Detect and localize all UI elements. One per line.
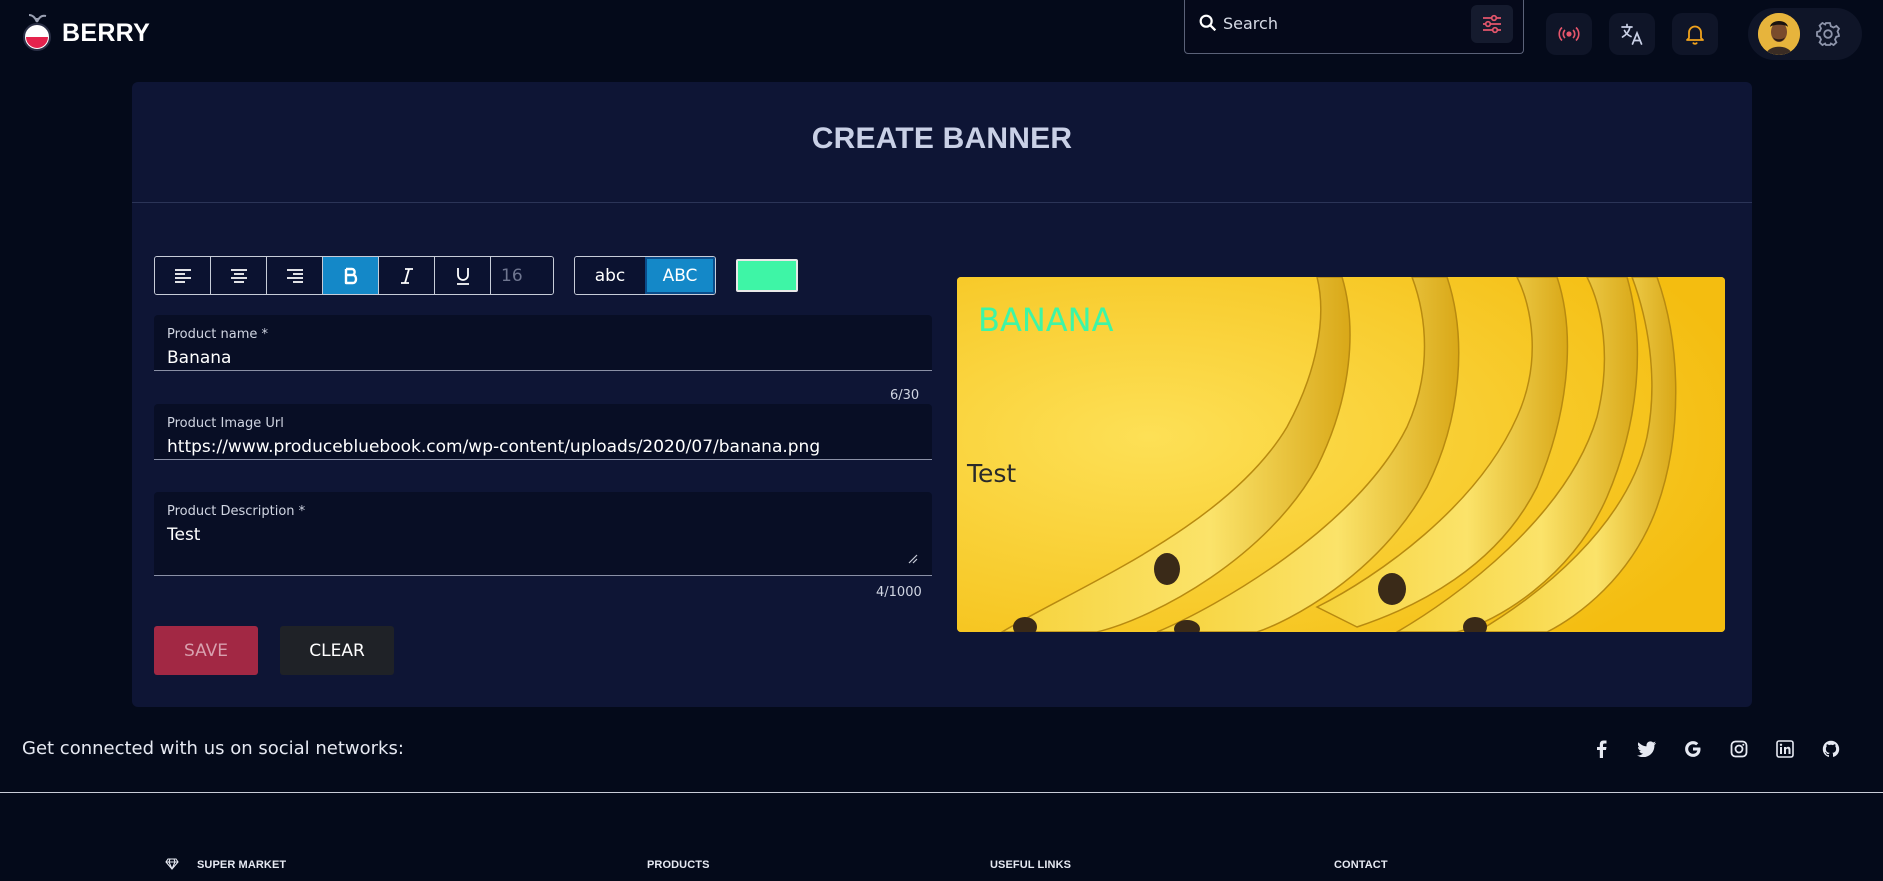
text-case-group: abc ABC bbox=[574, 256, 716, 295]
search-input[interactable] bbox=[1223, 10, 1443, 36]
footer-col-useful-links: USEFUL LINKS bbox=[990, 859, 1072, 871]
search-filter-button[interactable] bbox=[1471, 5, 1513, 43]
align-center-icon bbox=[230, 268, 247, 283]
search-box[interactable] bbox=[1184, 0, 1524, 54]
brand-logo[interactable]: BERRY bbox=[20, 12, 150, 54]
bold-button[interactable] bbox=[323, 257, 379, 294]
underline-button[interactable] bbox=[435, 257, 491, 294]
brand-name: BERRY bbox=[62, 18, 151, 47]
align-left-icon bbox=[174, 268, 191, 283]
resize-handle-icon[interactable] bbox=[908, 554, 918, 564]
lowercase-button[interactable]: abc bbox=[575, 257, 645, 294]
card-divider bbox=[132, 202, 1752, 203]
notifications-button[interactable] bbox=[1672, 13, 1718, 55]
github-icon[interactable] bbox=[1808, 736, 1854, 762]
banner-description: Test bbox=[967, 459, 1017, 488]
align-right-button[interactable] bbox=[267, 257, 323, 294]
sliders-icon bbox=[1483, 14, 1501, 34]
social-networks-text: Get connected with us on social networks… bbox=[22, 738, 404, 759]
product-image-url-input[interactable]: https://www.producebluebook.com/wp-conte… bbox=[167, 437, 820, 457]
banner-title: BANANA bbox=[978, 301, 1114, 339]
product-image-url-label: Product Image Url bbox=[167, 416, 284, 431]
page-title: CREATE BANNER bbox=[811, 122, 1073, 155]
search-icon bbox=[1199, 14, 1217, 32]
align-left-button[interactable] bbox=[155, 257, 211, 294]
avatar-person-icon bbox=[1758, 13, 1800, 55]
product-description-field[interactable]: Product Description * Test bbox=[154, 492, 932, 576]
google-icon[interactable] bbox=[1670, 736, 1716, 762]
product-image-url-field[interactable]: Product Image Url https://www.produceblu… bbox=[154, 404, 932, 460]
top-header: BERRY bbox=[0, 0, 1883, 72]
broadcast-icon bbox=[1558, 26, 1580, 42]
align-right-icon bbox=[286, 268, 303, 283]
product-name-counter: 6/30 bbox=[890, 388, 920, 403]
font-size-input[interactable]: 16 bbox=[491, 257, 553, 294]
underline-icon bbox=[456, 267, 469, 285]
settings-gear-icon[interactable] bbox=[1814, 20, 1842, 48]
gem-icon bbox=[165, 858, 179, 870]
banner-preview: BANANA Test bbox=[957, 277, 1725, 632]
product-name-label: Product name * bbox=[167, 327, 268, 342]
live-button[interactable] bbox=[1546, 13, 1592, 55]
berry-logo-icon bbox=[23, 14, 51, 51]
bold-icon bbox=[344, 267, 357, 284]
language-button[interactable] bbox=[1609, 13, 1655, 55]
footer-divider bbox=[0, 792, 1883, 793]
text-color-picker[interactable] bbox=[736, 259, 798, 292]
format-button-group: 16 bbox=[154, 256, 554, 295]
linkedin-icon[interactable] bbox=[1762, 736, 1808, 762]
product-name-field[interactable]: Product name * Banana bbox=[154, 315, 932, 371]
clear-button[interactable]: CLEAR bbox=[280, 626, 394, 675]
social-icons bbox=[1578, 736, 1854, 762]
twitter-icon[interactable] bbox=[1624, 736, 1670, 762]
footer-col-super-market: SUPER MARKET bbox=[197, 859, 287, 871]
text-format-toolbar: 16 abc ABC bbox=[154, 256, 798, 295]
product-description-counter: 4/1000 bbox=[876, 585, 922, 600]
avatar[interactable] bbox=[1758, 13, 1800, 55]
footer-col-products: PRODUCTS bbox=[647, 859, 710, 871]
profile-menu[interactable] bbox=[1748, 8, 1862, 60]
instagram-icon[interactable] bbox=[1716, 736, 1762, 762]
facebook-icon[interactable] bbox=[1578, 736, 1624, 762]
bell-icon bbox=[1686, 25, 1704, 45]
align-center-button[interactable] bbox=[211, 257, 267, 294]
uppercase-button[interactable]: ABC bbox=[645, 257, 715, 294]
product-name-input[interactable]: Banana bbox=[167, 348, 231, 368]
product-description-input[interactable]: Test bbox=[167, 525, 200, 545]
create-banner-card: CREATE BANNER 16 abc ABC Product name * … bbox=[132, 82, 1752, 707]
footer-col-contact: CONTACT bbox=[1334, 859, 1388, 871]
italic-icon bbox=[400, 267, 413, 284]
italic-button[interactable] bbox=[379, 257, 435, 294]
translate-icon bbox=[1621, 23, 1643, 45]
save-button[interactable]: SAVE bbox=[154, 626, 258, 675]
product-description-label: Product Description * bbox=[167, 504, 306, 519]
